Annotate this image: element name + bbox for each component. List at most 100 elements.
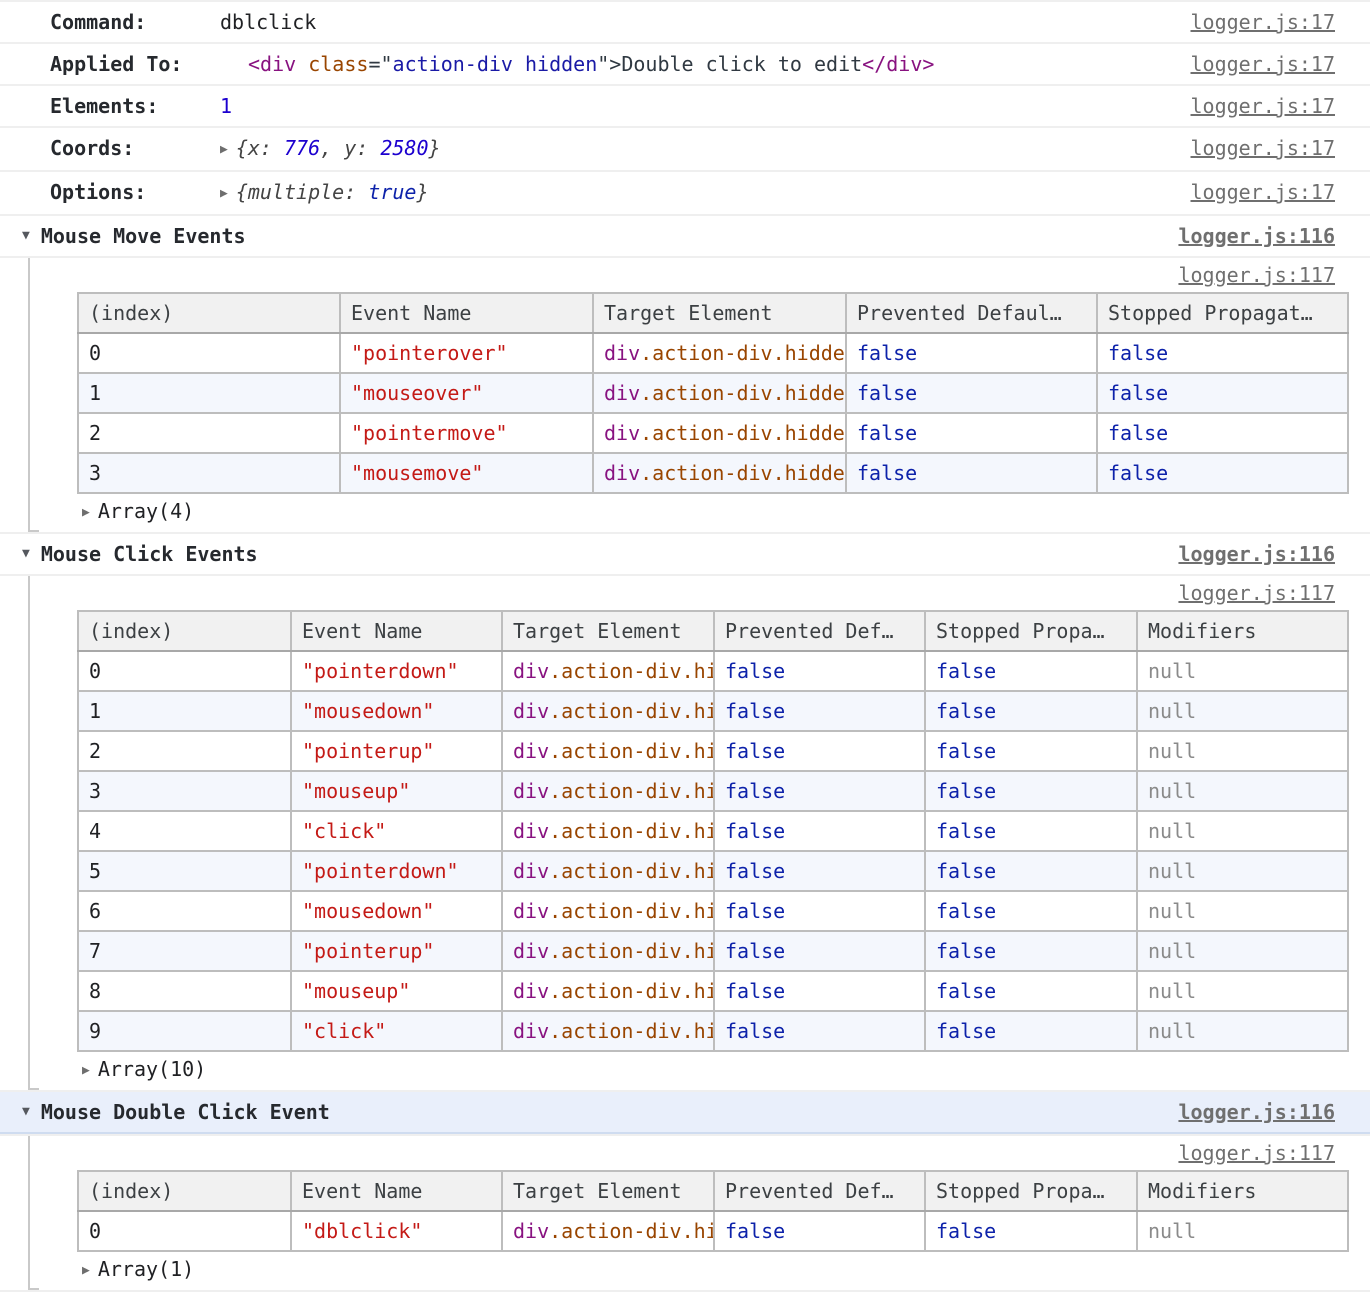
- column-header[interactable]: Stopped Propa…: [925, 1171, 1137, 1211]
- column-header[interactable]: Target Element: [502, 611, 714, 651]
- source-link[interactable]: logger.js:116: [1178, 538, 1335, 570]
- column-header[interactable]: Event Name: [340, 293, 593, 333]
- table-header-row: (index)Event NameTarget ElementPrevented…: [78, 293, 1348, 333]
- console-group-mouse-click: ▼ Mouse Click Events logger.js:116 logge…: [0, 532, 1370, 1090]
- cell-bool: false: [925, 891, 1137, 931]
- cell-null: null: [1137, 731, 1348, 771]
- cell-bool: false: [714, 891, 925, 931]
- column-header[interactable]: Prevented Defaul…: [846, 293, 1097, 333]
- preview-token: {multiple:: [236, 180, 368, 204]
- array-label: Array(1): [98, 1257, 194, 1281]
- cell-index: 8: [78, 971, 291, 1011]
- table-row: 5"pointerdown"div.action-div.hiddenfalse…: [78, 851, 1348, 891]
- node-classes: .action-div.hidden: [549, 979, 714, 1003]
- collapse-triangle-icon[interactable]: ▼: [22, 220, 30, 252]
- source-link[interactable]: logger.js:17: [1191, 48, 1336, 80]
- cell-bool: false: [714, 971, 925, 1011]
- expand-triangle-icon[interactable]: ▶: [220, 186, 228, 201]
- options-object-preview[interactable]: ▶ {multiple: true}: [220, 176, 429, 210]
- node-classes: .action-div.hidden: [549, 699, 714, 723]
- element-attr-name: class: [308, 52, 368, 76]
- object-preview-tokens: {multiple: true}: [236, 180, 429, 204]
- source-link[interactable]: logger.js:116: [1178, 220, 1335, 252]
- log-label: Command:: [50, 6, 220, 38]
- source-link[interactable]: logger.js:117: [1178, 581, 1335, 605]
- column-header[interactable]: Stopped Propa…: [925, 611, 1137, 651]
- group-header-mouse-dblclick[interactable]: ▼ Mouse Double Click Event logger.js:116: [0, 1090, 1370, 1134]
- coords-object-preview[interactable]: ▶ {x: 776, y: 2580}: [220, 132, 441, 166]
- source-link[interactable]: logger.js:17: [1191, 176, 1336, 208]
- cell-null: null: [1137, 851, 1348, 891]
- source-link[interactable]: logger.js:117: [1178, 1141, 1335, 1165]
- column-header[interactable]: Modifiers: [1137, 611, 1348, 651]
- node-tag: div: [604, 341, 640, 365]
- cell-node: div.action-div.hidden: [502, 931, 714, 971]
- column-header[interactable]: Event Name: [291, 1171, 502, 1211]
- collapse-triangle-icon[interactable]: ▼: [22, 1096, 30, 1128]
- table-row: 3"mouseup"div.action-div.hiddenfalsefals…: [78, 771, 1348, 811]
- cell-bool: false: [925, 771, 1137, 811]
- element-eq: =": [368, 52, 392, 76]
- group-title: Mouse Move Events: [41, 220, 246, 252]
- log-row-coords: Coords: ▶{x: 776, y: 2580} logger.js:17: [0, 126, 1370, 170]
- array-preview[interactable]: ▶ Array(1): [30, 1252, 1370, 1288]
- expand-triangle-icon[interactable]: ▶: [82, 1263, 90, 1278]
- source-link[interactable]: logger.js:17: [1191, 90, 1336, 122]
- group-indent-rail: logger.js:117 (index)Event NameTarget El…: [28, 576, 1370, 1090]
- cell-string: "mousemove": [340, 453, 593, 493]
- array-preview[interactable]: ▶Array(10): [30, 1052, 1370, 1088]
- column-header[interactable]: Event Name: [291, 611, 502, 651]
- source-link[interactable]: logger.js:117: [1178, 263, 1335, 287]
- cell-index: 2: [78, 731, 291, 771]
- bottom-separator: [0, 1290, 1370, 1298]
- column-header[interactable]: Target Element: [502, 1171, 714, 1211]
- expand-triangle-icon[interactable]: ▶: [220, 142, 228, 157]
- cell-bool: false: [846, 453, 1097, 493]
- column-header[interactable]: Modifiers: [1137, 1171, 1348, 1211]
- column-header[interactable]: (index): [78, 293, 340, 333]
- node-classes: .action-div.hidden: [549, 779, 714, 803]
- cell-bool: false: [1097, 333, 1348, 373]
- node-tag: div: [513, 1019, 549, 1043]
- column-header[interactable]: Target Element: [593, 293, 846, 333]
- column-header[interactable]: Stopped Propagat…: [1097, 293, 1348, 333]
- node-classes: .action-div.hidden: [549, 859, 714, 883]
- cell-string: "mouseup": [291, 971, 502, 1011]
- cell-bool: false: [714, 691, 925, 731]
- expand-triangle-icon[interactable]: ▶: [82, 1063, 90, 1078]
- column-header[interactable]: (index): [78, 611, 291, 651]
- cell-string: "pointerover": [340, 333, 593, 373]
- console-group-mouse-move: ▼ Mouse Move Events logger.js:116 logger…: [0, 214, 1370, 532]
- cell-node: div.action-div.hidden: [502, 731, 714, 771]
- cell-bool: false: [714, 811, 925, 851]
- cell-node: div.action-div.hidden: [502, 771, 714, 811]
- group-header-mouse-click[interactable]: ▼ Mouse Click Events logger.js:116: [0, 532, 1370, 574]
- element-preview[interactable]: <div class="action-div hidden">Double cl…: [248, 48, 934, 80]
- source-link[interactable]: logger.js:116: [1178, 1096, 1335, 1128]
- collapse-triangle-icon[interactable]: ▼: [22, 538, 30, 570]
- column-header[interactable]: Prevented Def…: [714, 611, 925, 651]
- expand-triangle-icon[interactable]: ▶: [82, 505, 90, 520]
- source-link[interactable]: logger.js:17: [1191, 132, 1336, 164]
- array-preview[interactable]: ▶Array(4): [30, 494, 1370, 530]
- cell-bool: false: [846, 373, 1097, 413]
- source-link[interactable]: logger.js:17: [1191, 6, 1336, 38]
- column-header[interactable]: (index): [78, 1171, 291, 1211]
- cell-node: div.action-div.hidden: [502, 1011, 714, 1051]
- cell-string: "mouseup": [291, 771, 502, 811]
- table-row: 3"mousemove"div.action-div.hiddenfalsefa…: [78, 453, 1348, 493]
- element-attr-value: action-div hidden: [393, 52, 598, 76]
- node-classes: .action-div.hidden: [549, 739, 714, 763]
- node-classes: .action-div.hidden: [549, 1019, 714, 1043]
- table-row: 1"mousedown"div.action-div.hiddenfalsefa…: [78, 691, 1348, 731]
- group-header-mouse-move[interactable]: ▼ Mouse Move Events logger.js:116: [0, 214, 1370, 256]
- elements-count: 1: [220, 90, 232, 122]
- log-row-applied-to: Applied To: <div class="action-div hidde…: [0, 42, 1370, 84]
- object-preview-tokens: {x: 776, y: 2580}: [236, 136, 441, 160]
- cell-node: div.action-div.hidden: [502, 1211, 714, 1251]
- node-classes: .action-div.hidden: [640, 341, 846, 365]
- column-header[interactable]: Prevented Def…: [714, 1171, 925, 1211]
- cell-string: "pointerdown": [291, 651, 502, 691]
- group-title: Mouse Click Events: [41, 538, 258, 570]
- preview-token: 2580: [380, 136, 428, 160]
